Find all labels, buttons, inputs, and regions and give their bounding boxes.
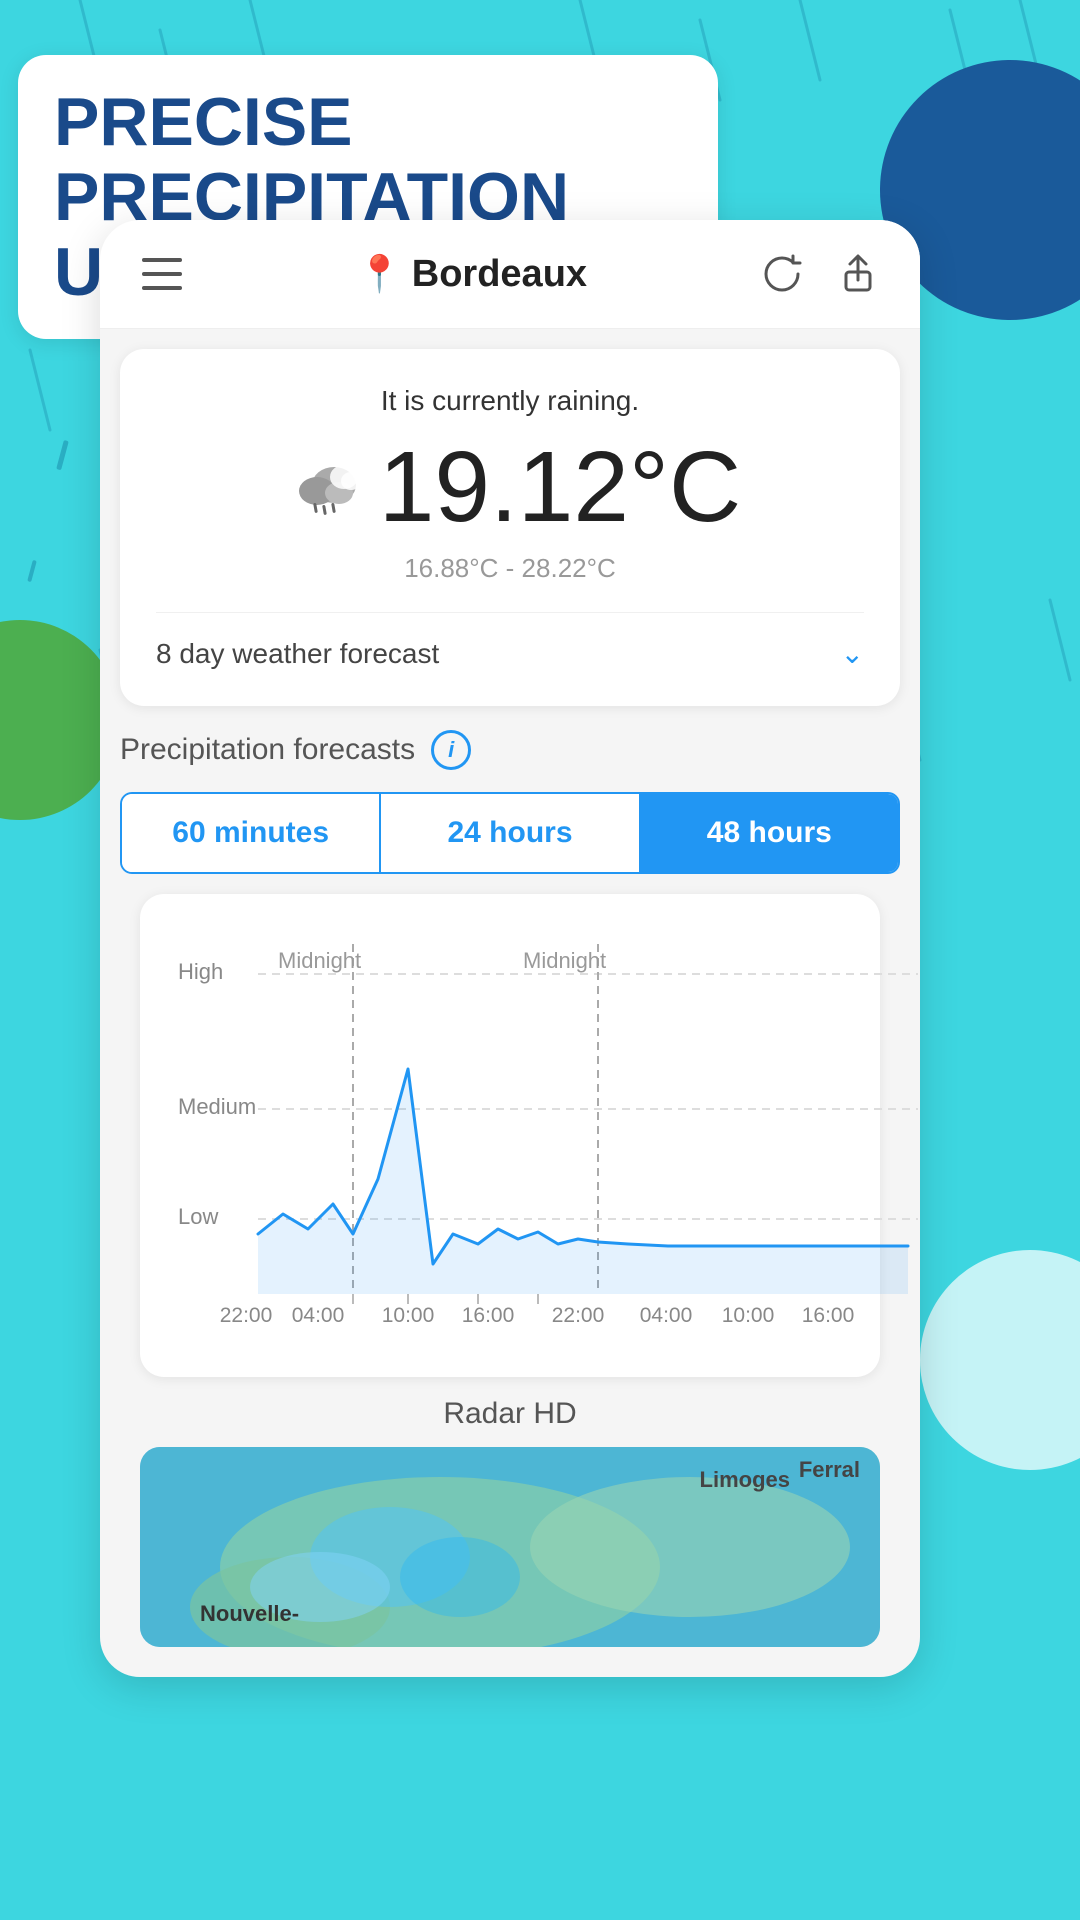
temperature-row: 19.12°C	[156, 437, 864, 537]
svg-text:16:00: 16:00	[802, 1304, 855, 1327]
svg-text:10:00: 10:00	[722, 1304, 775, 1327]
nav-title-group: 📍 Bordeaux	[357, 253, 587, 296]
svg-text:Midnight: Midnight	[523, 948, 606, 973]
city-name: Bordeaux	[412, 253, 587, 296]
radar-map[interactable]: Limoges Ferral Nouvelle-	[140, 1447, 880, 1647]
svg-text:High: High	[178, 959, 223, 984]
weather-card: It is currently raining. 19.12°C 16.88°C…	[120, 349, 900, 706]
temperature-range: 16.88°C - 28.22°C	[156, 553, 864, 584]
svg-text:22:00: 22:00	[552, 1304, 605, 1327]
svg-text:22:00: 22:00	[220, 1304, 273, 1327]
precipitation-section: Precipitation forecasts i 60 minutes 24 …	[100, 730, 920, 1677]
svg-text:10:00: 10:00	[382, 1304, 435, 1327]
refresh-button[interactable]	[756, 248, 808, 300]
tab-48h[interactable]: 48 hours	[641, 794, 898, 872]
precipitation-header: Precipitation forecasts i	[120, 730, 900, 770]
svg-text:Medium: Medium	[178, 1094, 256, 1119]
svg-text:Low: Low	[178, 1204, 218, 1229]
radar-label: Radar HD	[140, 1397, 880, 1431]
forecast-label: 8 day weather forecast	[156, 638, 439, 670]
map-label-nouvelle: Nouvelle-	[200, 1601, 299, 1627]
nav-action-icons	[756, 248, 884, 300]
phone-mockup: 📍 Bordeaux It is currently raining.	[100, 220, 920, 1677]
tab-60min[interactable]: 60 minutes	[122, 794, 381, 872]
share-button[interactable]	[832, 248, 884, 300]
tab-24h[interactable]: 24 hours	[381, 794, 640, 872]
svg-text:04:00: 04:00	[292, 1304, 345, 1327]
precipitation-chart: High Medium Low Midnight Midnight	[168, 924, 852, 1349]
menu-button[interactable]	[136, 248, 188, 300]
forecast-toggle[interactable]: 8 day weather forecast ⌄	[156, 612, 864, 670]
weather-status: It is currently raining.	[156, 385, 864, 417]
map-label-ferral: Ferral	[799, 1457, 860, 1483]
time-tab-bar: 60 minutes 24 hours 48 hours	[120, 792, 900, 874]
nav-bar: 📍 Bordeaux	[100, 220, 920, 329]
chevron-down-icon: ⌄	[841, 637, 864, 670]
svg-text:Midnight: Midnight	[278, 948, 361, 973]
svg-text:04:00: 04:00	[640, 1304, 693, 1327]
svg-text:16:00: 16:00	[462, 1304, 515, 1327]
location-pin-icon: 📍	[357, 253, 402, 295]
temperature-value: 19.12°C	[379, 437, 741, 537]
radar-section: Radar HD Limoges Ferral Nouvelle	[120, 1397, 900, 1667]
map-label-limoges: Limoges	[700, 1467, 790, 1493]
weather-icon	[279, 447, 359, 527]
precipitation-title: Precipitation forecasts	[120, 733, 415, 767]
precipitation-chart-card: High Medium Low Midnight Midnight	[140, 894, 880, 1377]
info-icon[interactable]: i	[431, 730, 471, 770]
